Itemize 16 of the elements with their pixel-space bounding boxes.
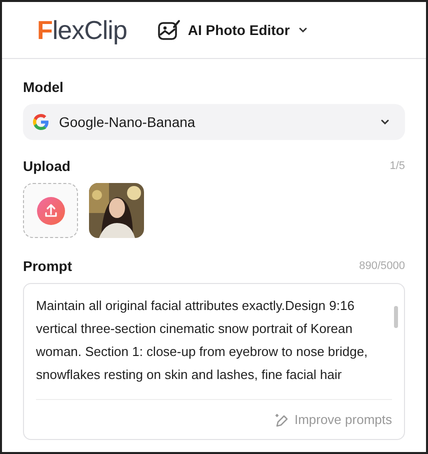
section-label: Model <box>23 79 64 95</box>
section-label: Upload <box>23 158 70 174</box>
scrollbar-thumb[interactable] <box>394 306 398 328</box>
logo: FlexClip <box>37 14 127 46</box>
upload-button[interactable] <box>23 183 78 238</box>
character-count: 890/5000 <box>359 260 405 272</box>
sparkle-pen-icon <box>274 412 290 428</box>
prompt-field[interactable]: Maintain all original facial attributes exactly.Design 9:16 vertical three-section cinematic snow portrait of Korean woman. Section 1: close-up from eyebrow to nose bridge, snowflakes resting on skin and lashes, fine facial hair Improve prompts <box>23 283 405 440</box>
model-select[interactable]: Google-Nano-Banana <box>23 104 405 140</box>
upload-count: 1/5 <box>390 160 405 172</box>
model-name: Google-Nano-Banana <box>59 114 196 130</box>
section-label: Prompt <box>23 258 72 274</box>
upload-icon <box>36 196 64 224</box>
tool-menu[interactable]: AI Photo Editor <box>156 19 309 41</box>
picture-edit-icon <box>156 19 181 41</box>
google-icon <box>33 114 49 130</box>
